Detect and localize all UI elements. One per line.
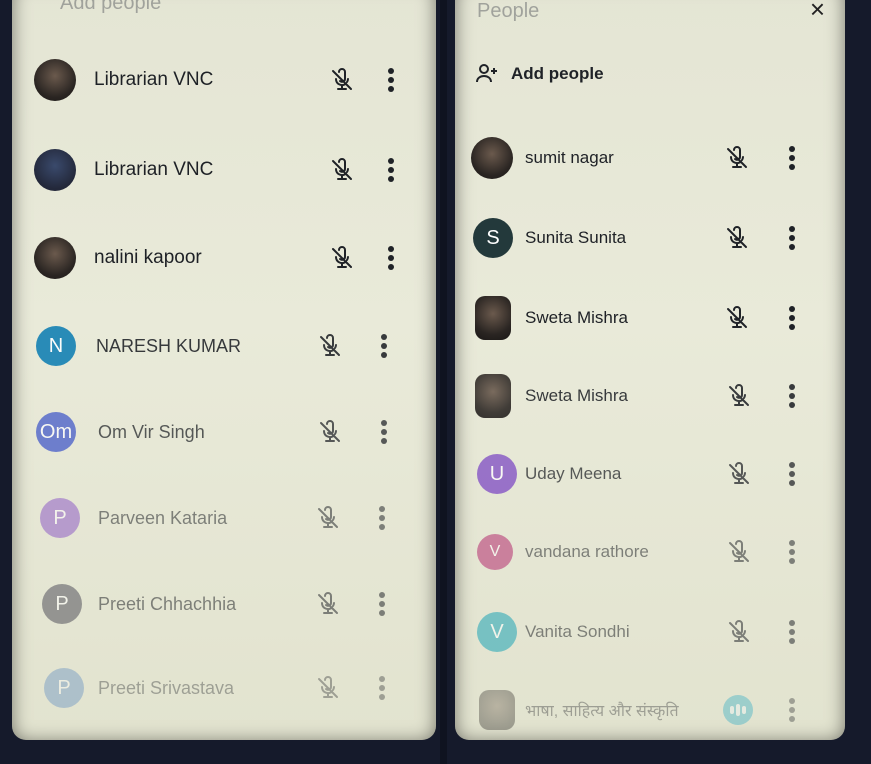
participant-avatar: P xyxy=(42,584,82,624)
avatar-initial: U xyxy=(489,462,505,485)
participant-row[interactable]: sumit nagar xyxy=(455,128,845,188)
people-panel-left: Add people Librarian VNC Librarian VNC n… xyxy=(12,0,436,740)
participant-avatar: P xyxy=(44,668,84,708)
participant-avatar: V xyxy=(477,612,517,652)
more-vert-icon[interactable] xyxy=(788,539,796,565)
participant-name: Sunita Sunita xyxy=(525,228,627,247)
participant-row[interactable]: P Parveen Kataria xyxy=(12,488,436,548)
more-vert-icon[interactable] xyxy=(788,145,796,171)
more-vert-icon[interactable] xyxy=(788,697,796,723)
participant-avatar: N xyxy=(36,326,76,366)
participant-row[interactable]: V vandana rathore xyxy=(455,522,845,582)
add-people-button[interactable]: Add people xyxy=(475,62,604,86)
participant-row[interactable]: Sweta Mishra xyxy=(455,366,845,426)
participant-row[interactable]: Librarian VNC xyxy=(12,140,436,200)
participant-avatar xyxy=(34,237,76,279)
participant-row[interactable]: nalini kapoor xyxy=(12,228,436,288)
more-vert-icon[interactable] xyxy=(378,591,386,617)
participant-avatar xyxy=(475,374,511,418)
participant-avatar xyxy=(34,149,76,191)
mic-off-icon[interactable] xyxy=(316,676,340,700)
participant-name: Preeti Srivastava xyxy=(98,677,235,698)
participant-name: Sweta Mishra xyxy=(525,308,628,327)
participant-row[interactable]: S Sunita Sunita xyxy=(455,208,845,268)
more-vert-icon[interactable] xyxy=(788,619,796,645)
participant-name: Librarian VNC xyxy=(94,159,214,180)
participant-name: sumit nagar xyxy=(525,148,614,167)
close-icon[interactable]: × xyxy=(810,0,825,25)
right-screen: People × Add people sumit nagar S Sunita… xyxy=(447,0,871,764)
more-vert-icon[interactable] xyxy=(788,383,796,409)
mic-off-icon[interactable] xyxy=(318,420,342,444)
add-people-label: Add people xyxy=(511,64,604,83)
avatar-initial: N xyxy=(48,334,64,357)
participant-name: Om Vir Singh xyxy=(98,421,205,442)
mic-off-icon[interactable] xyxy=(318,334,342,358)
participant-avatar: V xyxy=(477,534,513,570)
more-vert-icon[interactable] xyxy=(387,67,395,93)
mic-off-icon[interactable] xyxy=(727,462,751,486)
more-vert-icon[interactable] xyxy=(387,245,395,271)
mic-off-icon[interactable] xyxy=(727,384,751,408)
avatar-initial: V xyxy=(490,620,504,643)
participant-name: vandana rathore xyxy=(525,542,649,561)
participant-row[interactable]: U Uday Meena xyxy=(455,444,845,504)
participant-name: Uday Meena xyxy=(525,464,622,483)
participant-row[interactable]: N NARESH KUMAR xyxy=(12,316,436,376)
more-vert-icon[interactable] xyxy=(788,305,796,331)
more-vert-icon[interactable] xyxy=(378,675,386,701)
participant-row[interactable]: P Preeti Chhachhia xyxy=(12,574,436,634)
avatar-initial: S xyxy=(486,226,500,249)
person-add-icon xyxy=(476,64,497,83)
more-vert-icon[interactable] xyxy=(788,225,796,251)
left-screen: Add people Librarian VNC Librarian VNC n… xyxy=(0,0,440,764)
mic-off-icon[interactable] xyxy=(727,540,751,564)
participant-row[interactable]: भाषा, साहित्य और संस्कृति xyxy=(455,680,845,740)
participant-name: nalini kapoor xyxy=(94,247,202,268)
mic-off-icon[interactable] xyxy=(316,592,340,616)
more-vert-icon[interactable] xyxy=(788,461,796,487)
mic-off-icon[interactable] xyxy=(725,146,749,170)
mic-off-icon[interactable] xyxy=(727,620,751,644)
participant-avatar: P xyxy=(40,498,80,538)
avatar-initial: Om xyxy=(39,420,73,443)
participant-avatar xyxy=(34,59,76,101)
participant-avatar: Om xyxy=(36,412,76,452)
participant-row[interactable]: Om Om Vir Singh xyxy=(12,402,436,462)
participant-name: NARESH KUMAR xyxy=(96,335,242,356)
more-vert-icon[interactable] xyxy=(380,333,388,359)
avatar-initial: P xyxy=(55,592,69,615)
participant-name: Preeti Chhachhia xyxy=(98,593,237,614)
mic-off-icon[interactable] xyxy=(316,506,340,530)
participant-name: Vanita Sondhi xyxy=(525,622,630,641)
people-title: People xyxy=(477,0,540,22)
participant-name: Librarian VNC xyxy=(94,69,214,90)
avatar-initial: P xyxy=(53,506,67,529)
mic-off-icon[interactable] xyxy=(330,246,354,270)
mic-off-icon[interactable] xyxy=(725,306,749,330)
participant-avatar xyxy=(475,296,511,340)
more-vert-icon[interactable] xyxy=(380,419,388,445)
avatar-initial: V xyxy=(489,543,501,560)
participant-avatar xyxy=(479,690,515,730)
mic-off-icon[interactable] xyxy=(725,226,749,250)
people-panel-right: People × Add people sumit nagar S Sunita… xyxy=(455,0,845,740)
participant-avatar xyxy=(471,137,513,179)
mic-off-icon[interactable] xyxy=(330,68,354,92)
participant-name: भाषा, साहित्य और संस्कृति xyxy=(525,703,679,720)
participant-row[interactable]: V Vanita Sondhi xyxy=(455,602,845,662)
participant-avatar: S xyxy=(473,218,513,258)
speaking-indicator-icon xyxy=(723,695,753,725)
avatar-initial: P xyxy=(57,676,71,699)
more-vert-icon[interactable] xyxy=(378,505,386,531)
participant-name: Parveen Kataria xyxy=(98,507,228,528)
participant-row[interactable]: Librarian VNC xyxy=(12,50,436,110)
participant-row[interactable]: Sweta Mishra xyxy=(455,288,845,348)
participant-avatar: U xyxy=(477,454,517,494)
participant-row[interactable]: P Preeti Srivastava xyxy=(12,658,436,718)
mic-off-icon[interactable] xyxy=(330,158,354,182)
add-people-header: Add people xyxy=(60,0,162,14)
more-vert-icon[interactable] xyxy=(387,157,395,183)
participant-name: Sweta Mishra xyxy=(525,386,628,405)
